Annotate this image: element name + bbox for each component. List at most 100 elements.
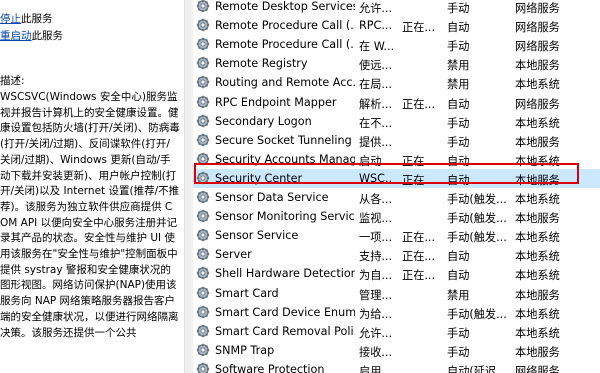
service-row[interactable]: RPC Endpoint Mapper 解析... 正在... 自动 网络服务 xyxy=(193,93,600,112)
service-name: Sensor Monitoring Service xyxy=(215,210,355,224)
service-name: Sensor Service xyxy=(215,229,299,243)
service-name: Server xyxy=(215,248,252,262)
service-logon-as: 本地系统 xyxy=(515,154,560,168)
service-row[interactable]: SNMP Trap 接收... 手动 本地服务 xyxy=(193,341,600,360)
service-logon-as: 网络服务 xyxy=(515,364,560,373)
service-gear-icon xyxy=(196,114,210,128)
service-name: Secure Socket Tunneling ... xyxy=(215,133,355,147)
service-gear-icon xyxy=(196,324,210,338)
service-description: 从各... xyxy=(359,193,393,206)
service-row[interactable]: Sensor Data Service 从各... 手动(触发... 本地系统 xyxy=(193,188,600,207)
service-row[interactable]: Security Accounts Manag... 启动... 正在... 自动 本地… xyxy=(193,150,600,169)
service-row[interactable]: Security Center WSC... 正在... 自动 本地服务 xyxy=(193,168,600,188)
service-startup-type: 手动 xyxy=(447,326,470,340)
service-row[interactable]: Remote Procedure Call (... 在 W... 手动 网络服务 xyxy=(193,35,600,54)
service-startup-type: 自动 xyxy=(447,173,470,187)
services-list: Remote Desktop Services 允许... 手动 网络服务 Remote… xyxy=(193,0,600,373)
service-logon-as: 本地系统 xyxy=(515,307,560,321)
service-logon-as: 网络服务 xyxy=(515,21,560,35)
service-gear-icon xyxy=(196,266,210,280)
service-startup-type: 手动 xyxy=(447,116,470,130)
service-row[interactable]: Secondary Logon 在不... 手动 本地系统 xyxy=(193,112,600,131)
service-startup-type: 手动 xyxy=(447,2,470,15)
service-startup-type: 自动 xyxy=(447,269,470,283)
service-gear-icon xyxy=(196,75,210,89)
service-status: 正在... xyxy=(402,97,436,111)
service-gear-icon xyxy=(196,56,210,70)
service-gear-icon xyxy=(196,286,210,300)
service-description: 使远... xyxy=(359,59,393,73)
restart-service-line: 重启动此服务 xyxy=(0,28,63,45)
service-description: RPC... xyxy=(359,19,392,33)
stop-service-link[interactable]: 停止 xyxy=(0,13,21,25)
service-startup-type: 手动 xyxy=(447,40,470,54)
service-logon-as: 本地系统 xyxy=(515,78,560,92)
service-row[interactable]: Sensor Monitoring Service 监视... 手动(触发... 本地… xyxy=(193,207,600,226)
service-logon-as: 本地系统 xyxy=(515,116,560,130)
restart-service-suffix: 此服务 xyxy=(31,30,64,42)
service-name: SNMP Trap xyxy=(215,343,275,357)
service-description: 在局... xyxy=(359,78,393,92)
service-row[interactable]: Sensor Service 一项... 正在... 手动(触发... 本地系统 xyxy=(193,226,600,245)
service-name: Shell Hardware Detection xyxy=(215,267,355,281)
service-name: Remote Procedure Call (... xyxy=(215,38,355,52)
service-startup-type: 手动(触发... xyxy=(447,307,507,321)
service-description: 支持... xyxy=(359,250,393,264)
description-text: WSCSVC(Windows 安全中心)服务监视并报告计算机上的安全健康设置。健… xyxy=(0,91,180,339)
service-gear-icon xyxy=(196,152,210,166)
service-description: 监视... xyxy=(359,212,393,226)
service-row[interactable]: Remote Registry 使远... 禁用 本地服务 xyxy=(193,54,600,73)
service-gear-icon xyxy=(196,0,210,13)
service-description: 管理... xyxy=(359,288,393,302)
service-startup-type: 自动 xyxy=(447,250,470,264)
service-logon-as: 本地服务 xyxy=(515,173,560,187)
description-label: 描述: xyxy=(0,75,25,87)
service-row[interactable]: Secure Socket Tunneling ... 提供... 手动 本地服务 xyxy=(193,131,600,150)
service-name: Remote Desktop Services xyxy=(215,0,355,13)
service-logon-as: 本地服务 xyxy=(515,212,560,226)
service-startup-type: 自动 xyxy=(447,21,470,35)
service-row[interactable]: Smart Card Device Enum... 为给... 手动(触发... 本地… xyxy=(193,303,600,322)
service-logon-as: 本地服务 xyxy=(515,135,560,149)
service-name: RPC Endpoint Mapper xyxy=(215,95,337,109)
service-status: 正在... xyxy=(402,173,436,187)
service-row[interactable]: Shell Hardware Detection 为自... 正在... 自动 本地系统 xyxy=(193,264,600,283)
left-pane-scrollbar[interactable] xyxy=(184,0,193,373)
service-description: 接收... xyxy=(359,345,393,359)
service-description: 解析... xyxy=(359,97,393,111)
service-logon-as: 本地系统 xyxy=(515,231,560,245)
service-gear-icon xyxy=(196,228,210,242)
service-description: 为自... xyxy=(359,269,393,283)
restart-service-link[interactable]: 重启动 xyxy=(0,30,32,42)
service-name: Remote Registry xyxy=(215,57,308,71)
service-gear-icon xyxy=(196,190,210,204)
service-gear-icon xyxy=(196,37,210,51)
service-row[interactable]: Server 支持... 正在... 自动 本地系统 xyxy=(193,245,600,264)
service-status: 正在... xyxy=(402,21,436,35)
action-links: 停止此服务 重启动此服务 xyxy=(0,11,63,45)
service-description: 在 W... xyxy=(359,40,393,54)
service-startup-type: 禁用 xyxy=(447,78,470,92)
service-row[interactable]: Remote Desktop Services 允许... 手动 网络服务 xyxy=(193,0,600,16)
service-logon-as: 网络服务 xyxy=(515,97,560,111)
service-name: Security Accounts Manag... xyxy=(215,152,355,166)
service-row[interactable]: Software Protection 启用... 自动(延迟... 网络服务 xyxy=(193,360,600,373)
service-gear-icon xyxy=(196,305,210,319)
service-gear-icon xyxy=(196,209,210,223)
service-gear-icon xyxy=(196,247,210,261)
service-row[interactable]: Smart Card Removal Poli... 允许... 手动 本地系统 xyxy=(193,322,600,341)
service-row[interactable]: Routing and Remote Acc... 在局... 禁用 本地系统 xyxy=(193,73,600,92)
service-name: Routing and Remote Acc... xyxy=(215,76,355,90)
service-name: Security Center xyxy=(215,171,303,185)
service-gear-icon xyxy=(196,133,210,147)
service-logon-as: 本地系统 xyxy=(515,250,560,264)
service-logon-as: 网络服务 xyxy=(515,2,560,15)
service-startup-type: 禁用 xyxy=(447,59,470,73)
service-startup-type: 手动(触发... xyxy=(447,231,507,245)
service-startup-type: 禁用 xyxy=(447,288,470,302)
service-row[interactable]: Remote Procedure Call (... RPC... 正在... 自动 网… xyxy=(193,16,600,35)
service-logon-as: 本地服务 xyxy=(515,288,560,302)
service-gear-icon xyxy=(196,18,210,32)
service-row[interactable]: Smart Card 管理... 禁用 本地服务 xyxy=(193,284,600,303)
service-name: Smart Card Removal Poli... xyxy=(215,324,355,338)
